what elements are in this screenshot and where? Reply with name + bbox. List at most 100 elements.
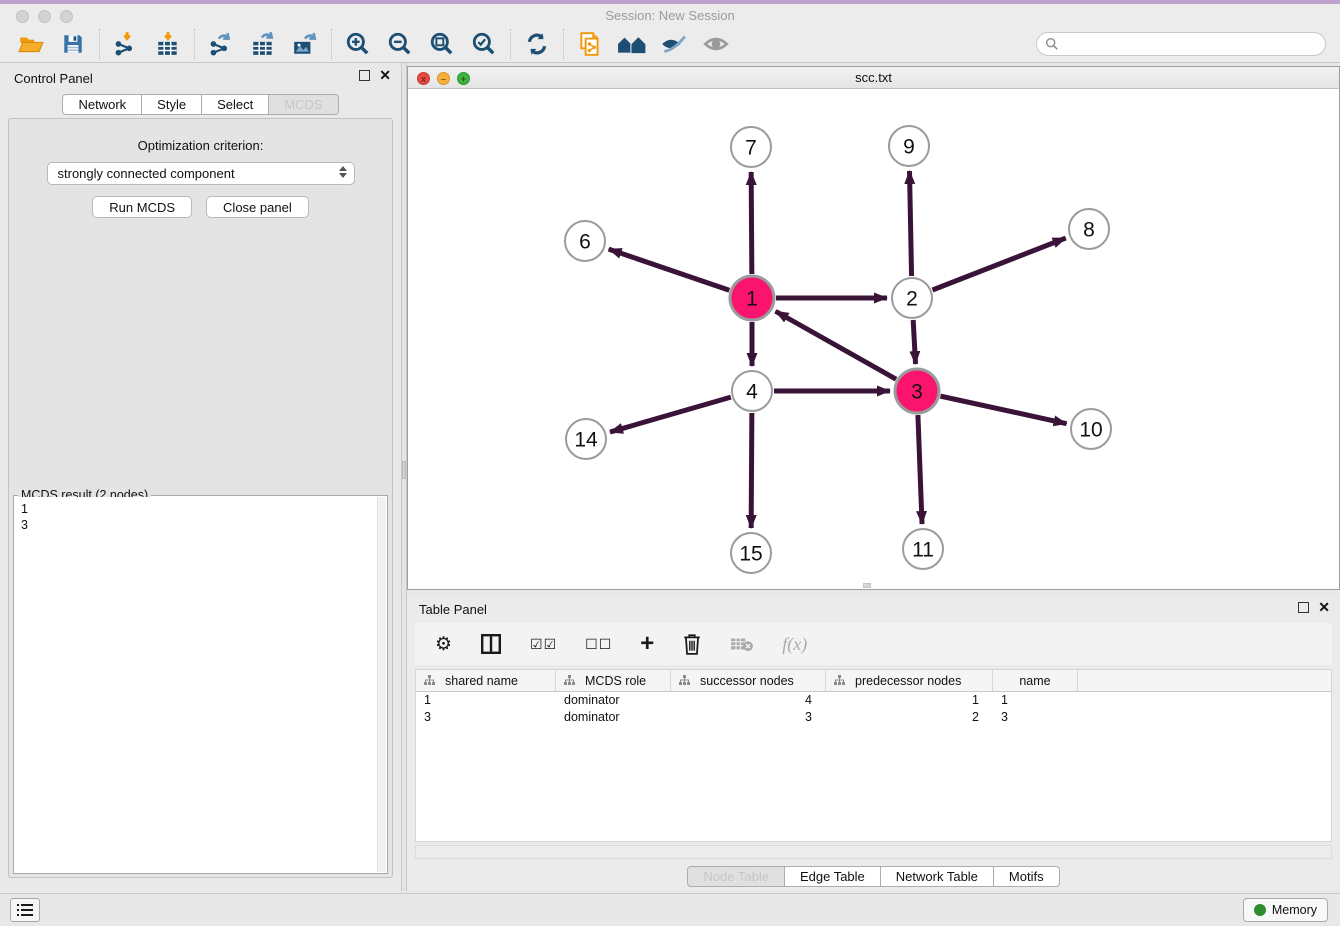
zoom-fit-button[interactable] (421, 28, 463, 60)
cell-shared-name[interactable]: 1 (416, 692, 556, 709)
close-table-panel-icon[interactable]: ✕ (1318, 602, 1330, 613)
zoom-out-button[interactable] (379, 28, 421, 60)
search-input[interactable] (1065, 37, 1315, 51)
graph-edge-4-15[interactable] (751, 413, 752, 528)
cell-predecessor-nodes[interactable]: 2 (826, 709, 993, 726)
run-mcds-button[interactable]: Run MCDS (92, 196, 192, 218)
column-header-mcds-role[interactable]: MCDS role (556, 670, 671, 691)
save-session-button[interactable] (52, 28, 94, 60)
column-header-name[interactable]: name (993, 670, 1078, 691)
export-image-icon (292, 31, 318, 57)
column-header-successor-nodes[interactable]: successor nodes (671, 670, 826, 691)
table-panel: Table Panel ✕ ⚙ ☑☑ ☐☐ + (407, 597, 1340, 890)
delete-table-button[interactable] (730, 635, 754, 653)
mcds-result-list[interactable]: 1 3 (15, 497, 377, 872)
export-image-button[interactable] (284, 28, 326, 60)
cell-predecessor-nodes[interactable]: 1 (826, 692, 993, 709)
tab-motifs[interactable]: Motifs (994, 866, 1060, 887)
import-table-button[interactable] (147, 28, 189, 60)
graph-edge-3-11[interactable] (918, 415, 922, 524)
task-history-button[interactable] (10, 898, 40, 922)
criterion-dropdown[interactable]: strongly connected component (47, 162, 355, 185)
node-table: shared name MCDS role successor nodes pr… (415, 669, 1332, 842)
network-window-titlebar[interactable]: x – + scc.txt (408, 67, 1339, 89)
close-panel-button[interactable]: Close panel (206, 196, 309, 218)
cell-name[interactable]: 3 (993, 709, 1078, 726)
cell-shared-name[interactable]: 3 (416, 709, 556, 726)
zoom-in-button[interactable] (337, 28, 379, 60)
import-table-icon (155, 31, 181, 57)
graph-edge-4-14[interactable] (610, 397, 731, 432)
export-network-button[interactable] (200, 28, 242, 60)
show-all-button[interactable] (695, 28, 737, 60)
export-table-button[interactable] (242, 28, 284, 60)
checked-boxes-icon: ☑☑ (530, 636, 557, 653)
toolbar-separator (331, 29, 332, 59)
graph-edge-3-10[interactable] (940, 396, 1066, 424)
graph-edge-2-8[interactable] (932, 238, 1065, 290)
open-session-button[interactable] (10, 28, 52, 60)
close-panel-icon[interactable]: ✕ (379, 70, 391, 81)
cell-mcds-role[interactable]: dominator (556, 692, 671, 709)
application-window: Session: New Session (0, 0, 1340, 926)
cell-successor-nodes[interactable]: 3 (671, 709, 826, 726)
tab-select[interactable]: Select (202, 94, 269, 115)
graph-node-label-11: 11 (912, 539, 934, 562)
main-toolbar (0, 25, 1340, 63)
tab-style[interactable]: Style (142, 94, 202, 115)
deselect-all-button[interactable]: ☐☐ (585, 636, 612, 653)
first-neighbors-button[interactable] (611, 28, 653, 60)
graph-edge-1-6[interactable] (609, 249, 730, 290)
float-panel-icon[interactable] (359, 70, 370, 81)
create-column-button[interactable]: + (640, 634, 654, 654)
memory-button[interactable]: Memory (1243, 898, 1328, 922)
column-type-icon (424, 675, 435, 686)
select-all-button[interactable]: ☑☑ (530, 636, 557, 653)
cell-successor-nodes[interactable]: 4 (671, 692, 826, 709)
column-header-predecessor-nodes[interactable]: predecessor nodes (826, 670, 993, 691)
tab-network[interactable]: Network (62, 94, 142, 115)
network-graph[interactable]: 1234678910111415 (408, 89, 1339, 590)
tab-mcds[interactable]: MCDS (269, 94, 338, 115)
save-icon (61, 32, 85, 56)
frame-resize-handle[interactable] (863, 583, 871, 588)
plus-icon: + (640, 634, 654, 654)
table-row[interactable]: 3 dominator 3 2 3 (416, 709, 1331, 726)
session-title: Session: New Session (0, 8, 1340, 23)
column-type-icon (679, 675, 690, 686)
cell-mcds-role[interactable]: dominator (556, 709, 671, 726)
zoom-out-icon (387, 31, 413, 57)
network-canvas[interactable]: 1234678910111415 (408, 89, 1339, 589)
function-builder-button[interactable]: f(x) (782, 634, 807, 655)
clone-network-button[interactable] (569, 28, 611, 60)
tab-network-table[interactable]: Network Table (881, 866, 994, 887)
graph-edge-3-1[interactable] (776, 311, 897, 379)
float-table-panel-icon[interactable] (1298, 602, 1309, 613)
graph-edge-1-7[interactable] (751, 172, 752, 274)
cell-name[interactable]: 1 (993, 692, 1078, 709)
zoom-selected-button[interactable] (463, 28, 505, 60)
hide-selected-button[interactable] (653, 28, 695, 60)
columns-icon (480, 633, 502, 655)
zoom-in-icon (345, 31, 371, 57)
table-row[interactable]: 1 dominator 4 1 1 (416, 692, 1331, 709)
table-horizontal-scrollbar[interactable] (415, 845, 1332, 859)
tab-node-table[interactable]: Node Table (687, 866, 785, 887)
import-network-button[interactable] (105, 28, 147, 60)
search-field[interactable] (1036, 32, 1326, 56)
graph-edge-2-9[interactable] (909, 171, 911, 276)
graph-edge-2-3[interactable] (913, 320, 915, 364)
show-columns-button[interactable] (480, 633, 502, 655)
control-panel-header: Control Panel ✕ (0, 63, 401, 93)
result-scrollbar[interactable] (377, 497, 386, 872)
delete-column-button[interactable] (682, 633, 702, 655)
tab-edge-table[interactable]: Edge Table (785, 866, 881, 887)
refresh-view-button[interactable] (516, 28, 558, 60)
graph-node-label-7: 7 (745, 137, 757, 160)
table-settings-button[interactable]: ⚙ (435, 633, 452, 656)
houses-icon (617, 31, 647, 57)
column-header-shared-name[interactable]: shared name (416, 670, 556, 691)
memory-status-icon (1254, 904, 1266, 916)
splitter-handle-icon[interactable] (402, 461, 406, 479)
delete-table-icon (730, 635, 754, 653)
